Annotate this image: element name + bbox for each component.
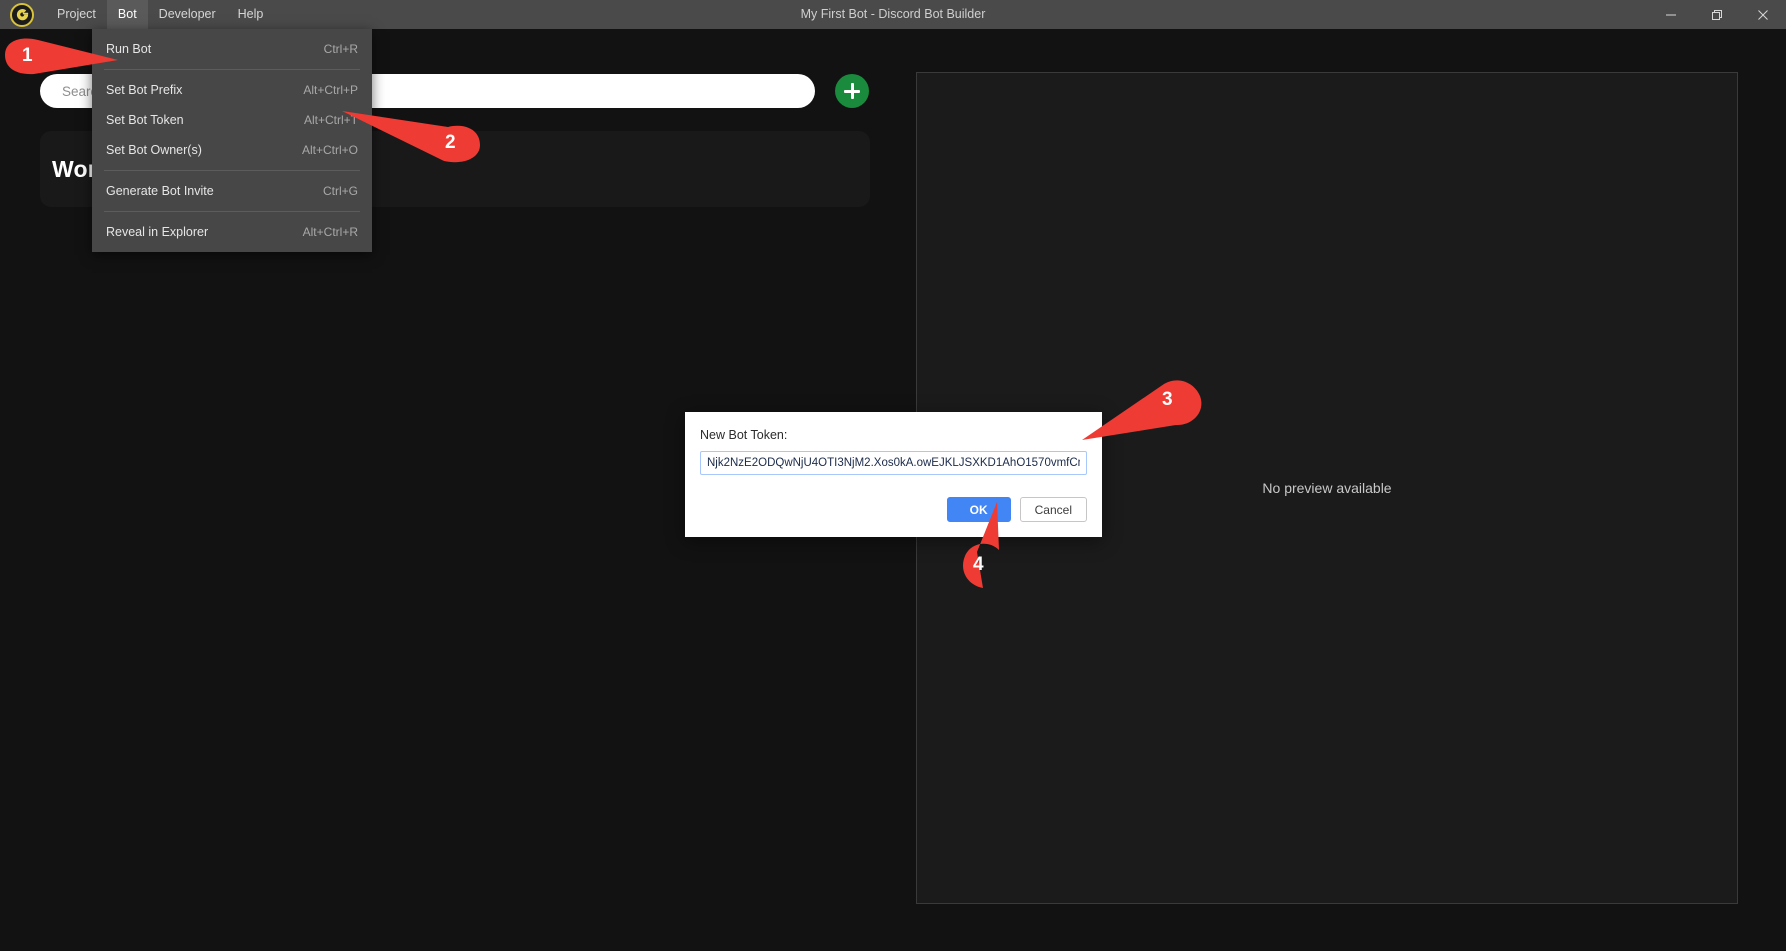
menu-item-set-bot-token[interactable]: Set Bot Token Alt+Ctrl+T [92,105,372,135]
menu-item-run-bot[interactable]: Run Bot Ctrl+R [92,34,372,64]
menu-item-shortcut: Alt+Ctrl+P [303,83,358,97]
menu-item-set-bot-prefix[interactable]: Set Bot Prefix Alt+Ctrl+P [92,75,372,105]
menu-project[interactable]: Project [46,0,107,29]
bot-dropdown-menu: Run Bot Ctrl+R Set Bot Prefix Alt+Ctrl+P… [92,29,372,252]
menu-item-label: Set Bot Token [106,113,184,127]
app-window: Project Bot Developer Help My First Bot … [0,0,1786,951]
menu-item-reveal-in-explorer[interactable]: Reveal in Explorer Alt+Ctrl+R [92,217,372,247]
menu-item-generate-bot-invite[interactable]: Generate Bot Invite Ctrl+G [92,176,372,206]
preview-empty-message: No preview available [1262,480,1392,496]
menu-developer[interactable]: Developer [148,0,227,29]
menu-item-label: Set Bot Prefix [106,83,183,97]
menu-item-label: Generate Bot Invite [106,184,214,198]
menu-item-label: Reveal in Explorer [106,225,209,239]
title-bar: Project Bot Developer Help My First Bot … [0,0,1786,29]
menu-separator [104,211,360,212]
menu-item-shortcut: Alt+Ctrl+T [303,113,358,127]
add-command-button[interactable] [835,74,869,108]
menu-item-label: Run Bot [106,42,152,56]
menu-separator [104,170,360,171]
menu-bot[interactable]: Bot [106,0,148,29]
menu-item-shortcut: Alt+Ctrl+R [302,225,358,239]
menu-help[interactable]: Help [227,0,275,29]
ok-button[interactable]: OK [946,497,1011,522]
menu-item-shortcut: Alt+Ctrl+O [301,143,358,157]
menu-item-shortcut: Ctrl+R [323,42,358,56]
bot-logo-icon [10,2,34,27]
menu-separator [104,69,360,70]
menu-item-shortcut: Ctrl+G [322,184,358,198]
window-controls [1648,0,1786,29]
cancel-button[interactable]: Cancel [1019,497,1087,522]
menu-item-label: Set Bot Owner(s) [106,143,202,157]
new-bot-token-dialog: New Bot Token: OK Cancel [685,412,1102,537]
menu-bar: Project Bot Developer Help [46,0,274,29]
bottom-strip [0,941,1786,951]
dialog-buttons: OK Cancel [700,497,1087,522]
bot-token-input[interactable] [700,451,1087,475]
restore-icon[interactable] [1694,0,1740,29]
minimize-icon[interactable] [1648,0,1694,29]
close-icon[interactable] [1740,0,1786,29]
marker-number: 1 [22,45,33,66]
menu-item-set-bot-owners[interactable]: Set Bot Owner(s) Alt+Ctrl+O [92,135,372,165]
dialog-label: New Bot Token: [700,428,788,442]
